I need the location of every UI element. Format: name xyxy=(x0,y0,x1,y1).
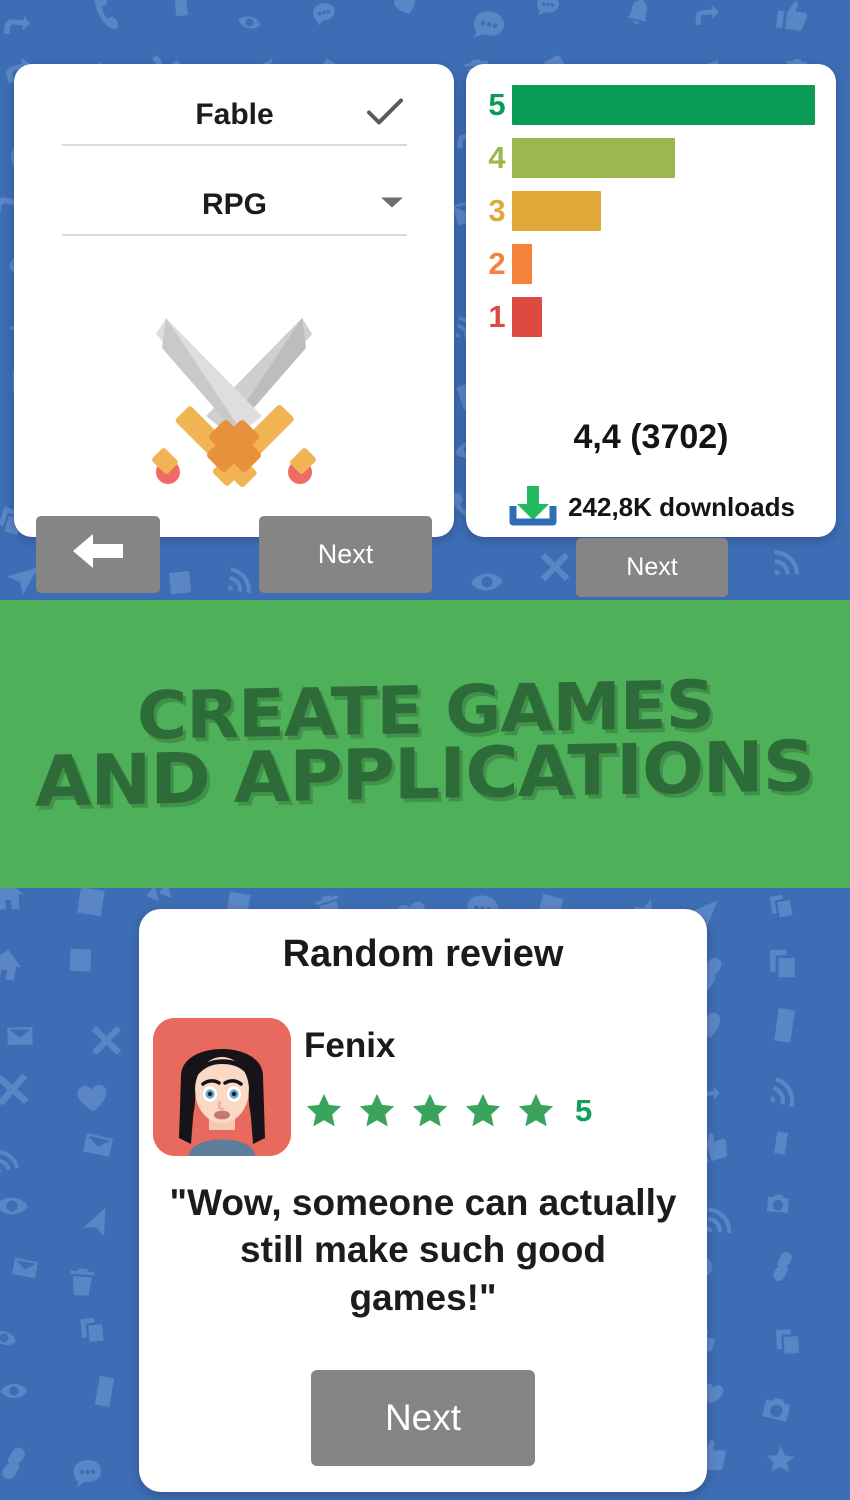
next-button-review-card[interactable]: Next xyxy=(311,1370,535,1466)
chat-bubble-icon xyxy=(313,3,335,26)
download-icon xyxy=(507,482,559,533)
star-icon xyxy=(514,1090,558,1132)
game-setup-card: Fable RPG Next xyxy=(14,64,454,593)
chat-bubble-icon xyxy=(73,1460,102,1488)
home-icon xyxy=(0,949,21,981)
chat-bubble-icon xyxy=(474,11,505,38)
game-title-field[interactable]: Fable xyxy=(62,86,407,146)
reviewer-name: Fenix xyxy=(304,1026,396,1065)
rating-bar-label: 4 xyxy=(488,140,506,175)
rss-icon xyxy=(774,549,800,575)
heart-icon xyxy=(393,0,416,15)
copy-icon xyxy=(770,949,796,978)
eye-icon xyxy=(0,1197,28,1215)
eye-icon xyxy=(238,16,261,29)
copy-icon xyxy=(80,1318,104,1343)
star-icon xyxy=(355,1090,399,1132)
redo-icon xyxy=(3,15,31,34)
close-x-icon xyxy=(92,1025,122,1055)
game-title-value: Fable xyxy=(195,98,274,131)
calendar-icon xyxy=(76,888,105,917)
phone-icon xyxy=(94,0,119,29)
star-icon xyxy=(461,1090,505,1132)
paper-plane-icon xyxy=(83,1207,107,1237)
home-icon xyxy=(0,888,24,910)
rss-icon xyxy=(769,1077,794,1108)
game-genre-value: RPG xyxy=(201,188,267,221)
camera-icon xyxy=(766,1194,790,1214)
rating-bar-label: 2 xyxy=(488,246,506,281)
copy-icon xyxy=(769,894,793,917)
eye-icon xyxy=(0,1384,28,1399)
thumbs-up-icon xyxy=(775,0,807,31)
rating-bar xyxy=(512,244,532,284)
rating-bar-row: 1 xyxy=(482,294,822,340)
bell-icon xyxy=(626,0,647,24)
star-icon xyxy=(766,1445,794,1472)
review-star-rating: 5 xyxy=(302,1090,592,1132)
crossed-swords-icon xyxy=(14,300,454,495)
link-icon xyxy=(2,1447,25,1480)
game-genre-dropdown[interactable]: RPG xyxy=(62,176,407,236)
back-button[interactable] xyxy=(36,516,160,593)
rss-icon xyxy=(707,1207,732,1233)
rss-icon xyxy=(0,1149,20,1173)
rating-bar xyxy=(512,85,815,125)
rating-card: 5 4 3 2 1 4,4 (3702) 242,8K downloads Next xyxy=(466,64,836,597)
woman-avatar-icon xyxy=(153,1018,291,1156)
banner-line-2: and applications xyxy=(35,725,815,824)
rating-average-value: 4,4 (3702) xyxy=(573,418,729,456)
envelope-icon xyxy=(82,1133,113,1157)
rating-bar-row: 2 xyxy=(482,241,822,287)
random-review-card: Random review Fenix 5 "Wow, someone can … xyxy=(139,909,707,1492)
rating-bar xyxy=(512,191,601,231)
next-button-rating-card[interactable]: Next xyxy=(576,538,728,597)
arrow-left-icon xyxy=(67,528,129,581)
eye-icon xyxy=(471,573,503,591)
star-icon xyxy=(302,1090,346,1132)
rating-bar-row: 4 xyxy=(482,135,822,181)
rss-icon xyxy=(228,567,252,594)
star-icon xyxy=(408,1090,452,1132)
calendar-icon xyxy=(168,568,191,594)
promo-banner: Create games and applications xyxy=(0,600,850,888)
camera-icon xyxy=(762,1397,791,1422)
app-screenshot: Create games and applications Fable RPG xyxy=(0,0,850,1500)
rating-bar-label: 1 xyxy=(488,299,506,334)
heart-icon xyxy=(77,1084,107,1112)
rewind-icon xyxy=(146,888,172,902)
mobile-icon xyxy=(94,1375,114,1407)
close-x-icon xyxy=(0,1072,29,1106)
rating-bar xyxy=(512,297,542,337)
rating-bar xyxy=(512,138,675,178)
eye-icon xyxy=(0,1330,17,1345)
rating-bar-row: 3 xyxy=(482,188,822,234)
mobile-icon xyxy=(173,0,188,17)
rating-bar-row: 5 xyxy=(482,82,822,128)
envelope-icon xyxy=(12,1257,39,1279)
close-x-icon xyxy=(540,552,569,582)
copy-icon xyxy=(775,1329,799,1354)
redo-icon xyxy=(695,4,719,25)
rating-histogram: 5 4 3 2 1 xyxy=(482,82,822,347)
check-icon xyxy=(365,97,405,134)
trash-icon xyxy=(70,1268,95,1296)
mobile-icon xyxy=(774,1131,789,1155)
rating-bar-label: 3 xyxy=(488,193,506,228)
link-icon xyxy=(772,1251,792,1281)
review-card-title: Random review xyxy=(282,933,564,975)
chat-bubble-icon xyxy=(537,0,559,16)
chat-bubble-icon xyxy=(451,1496,494,1500)
downloads-count: 242,8K downloads xyxy=(568,492,795,522)
chevron-down-icon[interactable] xyxy=(379,195,405,216)
mobile-icon xyxy=(774,1008,795,1043)
rating-bar-label: 5 xyxy=(488,87,506,122)
downloads-row: 242,8K downloads xyxy=(466,482,836,533)
review-rating-number: 5 xyxy=(575,1093,593,1128)
review-quote: "Wow, someone can actually still make su… xyxy=(169,1182,677,1318)
calendar-icon xyxy=(69,946,92,972)
envelope-icon xyxy=(7,1027,33,1045)
next-button-left-card[interactable]: Next xyxy=(259,516,432,593)
